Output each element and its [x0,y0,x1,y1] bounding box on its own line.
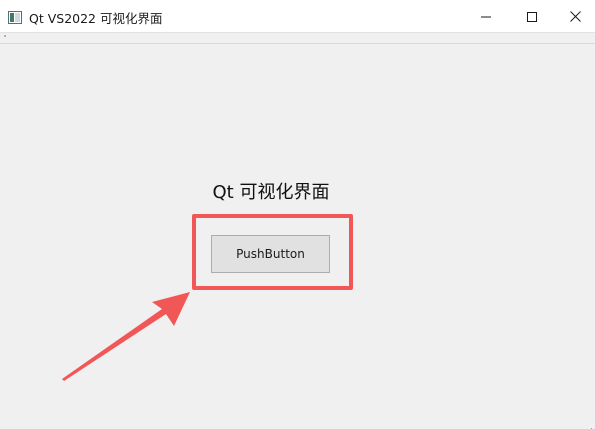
title-bar: Qt VS2022 可视化界面 [0,0,595,33]
size-grip-icon[interactable] [585,419,593,429]
heading-label: Qt 可视化界面 [212,182,330,203]
maximize-icon [527,7,537,26]
minimize-button[interactable] [463,0,509,33]
menu-bar [0,33,595,43]
window-title: Qt VS2022 可视化界面 [29,11,163,26]
maximize-button[interactable] [509,0,555,33]
push-button[interactable]: PushButton [211,235,330,273]
close-icon [569,7,581,26]
close-button[interactable] [552,0,595,33]
menu-bar-grip [4,35,6,37]
app-window-icon [8,9,22,24]
minimize-icon [481,7,491,26]
